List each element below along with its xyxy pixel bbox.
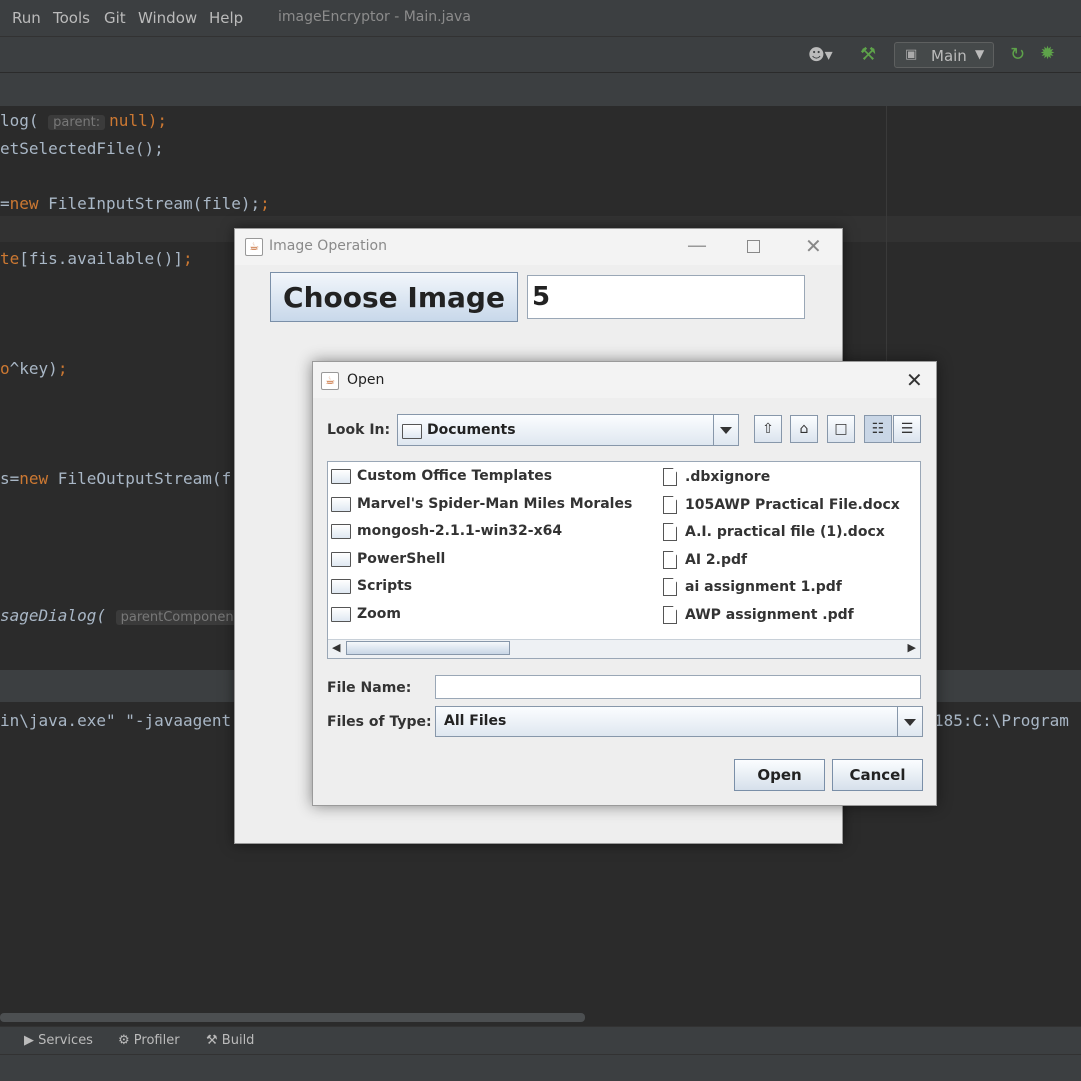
list-item[interactable]: A.I. practical file (1).docx bbox=[663, 523, 885, 541]
java-icon: ☕ bbox=[321, 372, 339, 390]
choose-image-button[interactable]: Choose Image bbox=[270, 272, 518, 322]
file-list[interactable]: Custom Office Templates Marvel's Spider-… bbox=[327, 461, 921, 659]
close-icon[interactable]: ✕ bbox=[906, 368, 923, 392]
scroll-left-icon[interactable]: ◀ bbox=[332, 641, 340, 654]
code-line: s=new FileOutputStream(f bbox=[0, 469, 232, 488]
list-item[interactable]: Marvel's Spider-Man Miles Morales bbox=[331, 496, 632, 512]
menu-run[interactable]: Run bbox=[12, 9, 41, 27]
home-icon[interactable]: ⌂ bbox=[790, 415, 818, 443]
user-icon[interactable]: ☻▾ bbox=[808, 45, 833, 64]
list-item[interactable]: Scripts bbox=[331, 578, 412, 594]
list-item[interactable]: AI 2.pdf bbox=[663, 551, 747, 569]
scrollbar-thumb[interactable] bbox=[346, 641, 510, 655]
list-item[interactable]: ai assignment 1.pdf bbox=[663, 578, 842, 596]
list-item[interactable]: .dbxignore bbox=[663, 468, 770, 486]
open-button[interactable]: Open bbox=[734, 759, 825, 791]
menu-tools[interactable]: Tools bbox=[53, 9, 90, 27]
maximize-icon[interactable] bbox=[747, 240, 760, 253]
open-file-dialog: ☕ Open ✕ Look In: Documents ⇧ ⌂ □ ☷ ☰ Cu… bbox=[312, 361, 937, 806]
chevron-down-icon[interactable] bbox=[713, 415, 738, 445]
minimize-icon[interactable]: — bbox=[687, 233, 707, 257]
window-title: imageEncryptor - Main.java bbox=[278, 9, 471, 25]
code-line: te[fis.available()]; bbox=[0, 249, 193, 268]
files-of-type-dropdown[interactable]: All Files bbox=[435, 706, 923, 737]
console-line: in\java.exe" "-javaagent bbox=[0, 711, 232, 730]
code-line: log( parent: null); bbox=[0, 111, 167, 130]
status-bar bbox=[0, 1054, 1081, 1081]
details-view-icon[interactable]: ☰ bbox=[893, 415, 921, 443]
image-window-title: Image Operation bbox=[269, 238, 387, 254]
file-icon bbox=[663, 551, 677, 569]
list-item[interactable]: AWP assignment .pdf bbox=[663, 606, 854, 624]
list-item[interactable]: Custom Office Templates bbox=[331, 468, 552, 484]
services-icon: ▶ bbox=[24, 1033, 34, 1048]
cancel-button[interactable]: Cancel bbox=[832, 759, 923, 791]
list-item[interactable]: Zoom bbox=[331, 606, 401, 622]
chevron-down-icon: ▼ bbox=[975, 47, 985, 61]
config-icon: ▣ bbox=[905, 47, 918, 62]
file-name-input[interactable] bbox=[435, 675, 921, 699]
build-tool-button[interactable]: ⚒ Build bbox=[206, 1033, 254, 1048]
code-line: o^key); bbox=[0, 359, 68, 378]
chevron-down-icon[interactable] bbox=[897, 707, 922, 736]
profiler-tool-button[interactable]: ⚙ Profiler bbox=[118, 1033, 180, 1048]
folder-icon bbox=[331, 523, 351, 539]
files-of-type-value: All Files bbox=[444, 713, 507, 729]
file-icon bbox=[663, 496, 677, 514]
menu-help[interactable]: Help bbox=[209, 9, 243, 27]
console-horizontal-scrollbar[interactable] bbox=[0, 1013, 585, 1022]
close-icon[interactable]: ✕ bbox=[805, 234, 822, 258]
list-item[interactable]: mongosh-2.1.1-win32-x64 bbox=[331, 523, 562, 539]
run-config-dropdown[interactable]: ▣ Main ▼ bbox=[894, 42, 994, 68]
new-folder-icon[interactable]: □ bbox=[827, 415, 855, 443]
console-line-right: 185:C:\Program bbox=[934, 711, 1069, 730]
file-icon bbox=[663, 606, 677, 624]
tool-window-bar: ▶ Services ⚙ Profiler ⚒ Build bbox=[0, 1026, 1081, 1055]
up-folder-icon[interactable]: ⇧ bbox=[754, 415, 782, 443]
list-view-icon[interactable]: ☷ bbox=[864, 415, 892, 443]
list-item[interactable]: 105AWP Practical File.docx bbox=[663, 496, 900, 514]
rerun-icon[interactable]: ↻ bbox=[1010, 44, 1025, 65]
scroll-right-icon[interactable]: ▶ bbox=[908, 641, 916, 654]
look-in-value: Documents bbox=[427, 422, 516, 438]
files-of-type-label: Files of Type: bbox=[327, 714, 432, 730]
image-window-titlebar[interactable]: ☕ Image Operation — ✕ bbox=[235, 229, 842, 265]
run-config-label: Main bbox=[931, 47, 967, 65]
file-list-horizontal-scrollbar[interactable]: ◀ ▶ bbox=[328, 639, 920, 658]
code-line: =new FileInputStream(file);; bbox=[0, 194, 270, 213]
debug-icon[interactable]: ✹ bbox=[1040, 43, 1055, 64]
menu-bar: Run Tools Git Window Help imageEncryptor… bbox=[0, 0, 1081, 36]
folder-icon bbox=[402, 423, 422, 439]
code-line: etSelectedFile(); bbox=[0, 139, 164, 158]
look-in-label: Look In: bbox=[327, 422, 391, 438]
folder-icon bbox=[331, 468, 351, 484]
file-icon bbox=[663, 578, 677, 596]
file-name-label: File Name: bbox=[327, 680, 412, 696]
file-icon bbox=[663, 468, 677, 486]
hammer-icon[interactable]: ⚒ bbox=[860, 44, 876, 65]
folder-icon bbox=[331, 496, 351, 512]
ide-toolbar: ☻▾ ⚒ ▣ Main ▼ ↻ ✹ bbox=[0, 36, 1081, 73]
folder-icon bbox=[331, 578, 351, 594]
look-in-dropdown[interactable]: Documents bbox=[397, 414, 739, 446]
hammer-icon: ⚒ bbox=[206, 1033, 218, 1048]
folder-icon bbox=[331, 606, 351, 622]
open-dialog-title: Open bbox=[347, 372, 385, 388]
file-icon bbox=[663, 523, 677, 541]
open-dialog-titlebar[interactable]: ☕ Open ✕ bbox=[313, 362, 936, 398]
folder-icon bbox=[331, 551, 351, 567]
services-tool-button[interactable]: ▶ Services bbox=[24, 1033, 93, 1048]
profiler-icon: ⚙ bbox=[118, 1033, 130, 1048]
menu-window[interactable]: Window bbox=[138, 9, 197, 27]
key-input[interactable]: 5 bbox=[527, 275, 805, 319]
menu-git[interactable]: Git bbox=[104, 9, 126, 27]
code-line: sageDialog( parentComponent bbox=[0, 606, 248, 625]
editor-tab-strip bbox=[0, 72, 1081, 108]
java-icon: ☕ bbox=[245, 238, 263, 256]
list-item[interactable]: PowerShell bbox=[331, 551, 445, 567]
